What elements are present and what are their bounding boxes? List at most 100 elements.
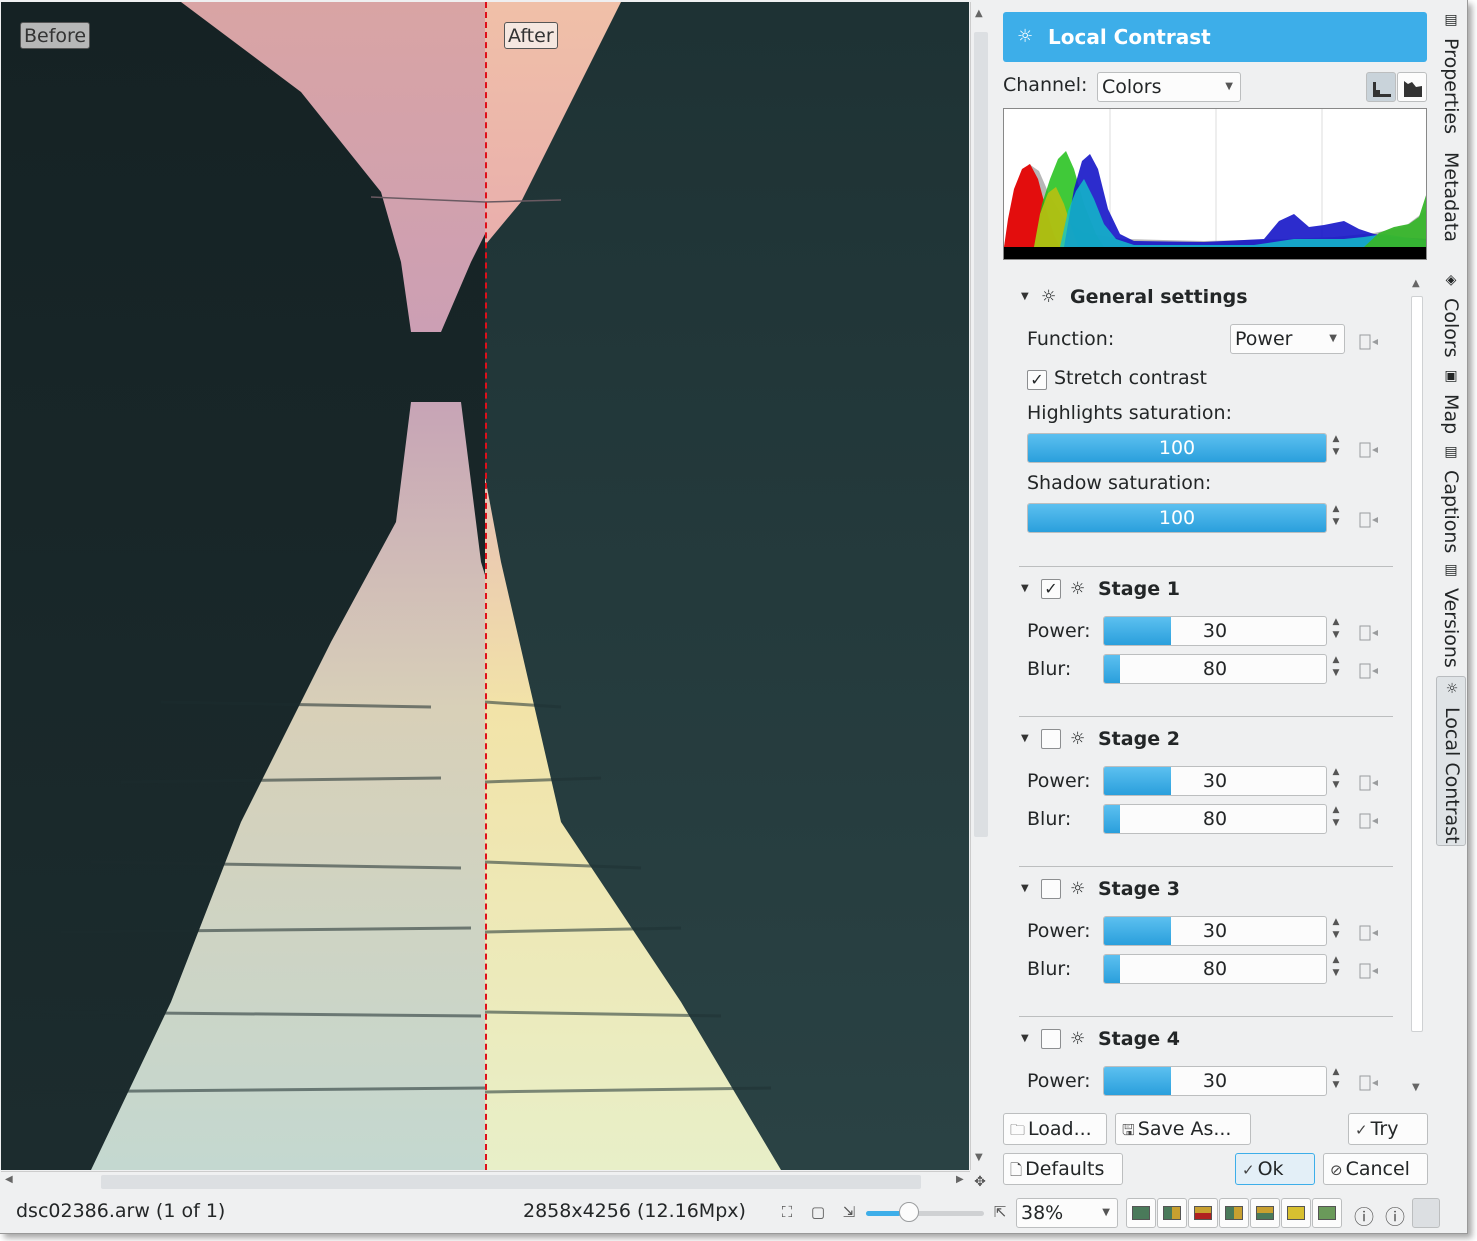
collapse-triangle-icon[interactable]: ▼ <box>1021 874 1029 904</box>
zoom-slider[interactable] <box>866 1202 984 1222</box>
stage-3-power-slider[interactable]: 30 <box>1103 916 1327 946</box>
function-select[interactable]: Power ▼ <box>1230 324 1345 354</box>
spin-arrows-icon[interactable]: ▲ ▼ <box>1330 766 1342 796</box>
stage-1-header[interactable]: ▼ ✓ ☼ Stage 1 <box>1021 574 1381 604</box>
ok-button[interactable]: ✓ Ok <box>1235 1153 1315 1185</box>
view-split-horizontal-button[interactable] <box>1188 1198 1218 1228</box>
sidebar-tab-colors[interactable]: ◈ Colors <box>1436 268 1466 360</box>
reset-icon[interactable] <box>1358 510 1380 530</box>
sidebar-tab-captions[interactable]: ▤ Captions <box>1436 440 1466 554</box>
save-as-button[interactable]: 🖫 Save As... <box>1115 1113 1251 1145</box>
reset-icon[interactable] <box>1358 623 1380 643</box>
stage-4-header[interactable]: ▼ ☼ Stage 4 <box>1021 1024 1381 1054</box>
sidebar-tab-map[interactable]: ▣ Map <box>1436 364 1466 436</box>
zoom-out-icon[interactable]: ⇲ <box>839 1203 859 1223</box>
stage-2-enable-checkbox[interactable] <box>1041 729 1061 749</box>
shadow-saturation-slider[interactable]: 100 <box>1027 503 1327 533</box>
split-divider[interactable] <box>485 2 487 1170</box>
reset-icon[interactable] <box>1358 923 1380 943</box>
stage-1-blur-slider[interactable]: 80 <box>1103 654 1327 684</box>
spin-arrows-icon[interactable]: ▲ ▼ <box>1330 916 1342 946</box>
spin-arrows-icon[interactable]: ▲ ▼ <box>1330 954 1342 984</box>
collapse-triangle-icon[interactable]: ▼ <box>1021 282 1029 312</box>
reset-icon[interactable] <box>1358 1073 1380 1093</box>
info-outline-icon[interactable]: ⓘ <box>1385 1201 1405 1229</box>
linear-scale-button[interactable] <box>1366 72 1396 102</box>
stage-1-enable-checkbox[interactable]: ✓ <box>1041 579 1061 599</box>
reset-icon[interactable] <box>1358 661 1380 681</box>
stage-power-label: Power: <box>1027 770 1091 792</box>
stage-4-enable-checkbox[interactable] <box>1041 1029 1061 1049</box>
spin-arrows-icon[interactable]: ▲ ▼ <box>1330 616 1342 646</box>
fit-to-window-icon[interactable]: ⛶ <box>777 1203 797 1223</box>
highlights-saturation-slider[interactable]: 100 <box>1027 433 1327 463</box>
sidebar-tab-label: Metadata <box>1440 152 1462 242</box>
sidebar-tab-properties[interactable]: ▤ Properties <box>1436 8 1466 138</box>
load-button[interactable]: 🗀 Load... <box>1003 1113 1107 1145</box>
reset-icon[interactable] <box>1358 811 1380 831</box>
view-duplicate-vertical-button[interactable] <box>1219 1198 1249 1228</box>
cancel-button[interactable]: ⊘ Cancel <box>1323 1153 1428 1185</box>
scroll-down-icon[interactable]: ▼ <box>1412 1082 1420 1093</box>
stage-2-blur-slider[interactable]: 80 <box>1103 804 1327 834</box>
scrollbar-thumb[interactable] <box>974 32 988 837</box>
scroll-left-icon[interactable]: ◀ <box>5 1174 13 1185</box>
view-duplicate-horizontal-button[interactable] <box>1250 1198 1280 1228</box>
scrollbar-thumb[interactable] <box>101 1175 921 1189</box>
map-tab-icon: ▣ <box>1443 368 1459 384</box>
scrollbar-thumb[interactable] <box>1411 296 1423 1032</box>
reset-icon[interactable] <box>1358 773 1380 793</box>
collapse-triangle-icon[interactable]: ▼ <box>1021 574 1029 604</box>
settings-scroll-area[interactable]: ▼ ☼ General settings Function: Power ▼ ✓… <box>1003 274 1427 1100</box>
preview-vertical-scrollbar[interactable]: ▲ ▼ <box>970 2 990 1170</box>
scroll-right-icon[interactable]: ▶ <box>956 1174 964 1185</box>
stage-3-header[interactable]: ▼ ☼ Stage 3 <box>1021 874 1381 904</box>
view-split-vertical-button[interactable] <box>1157 1198 1187 1228</box>
stretch-contrast-checkbox[interactable]: ✓ <box>1027 370 1047 390</box>
zoom-level-select[interactable]: 38% ▼ <box>1016 1198 1118 1228</box>
reset-icon[interactable] <box>1358 332 1380 352</box>
sidebar-tab-metadata[interactable]: Metadata <box>1436 144 1466 262</box>
view-mask-button[interactable] <box>1312 1198 1342 1228</box>
scroll-up-icon[interactable]: ▲ <box>975 8 983 19</box>
sidebar-tab-local-contrast[interactable]: ☼ Local Contrast <box>1436 676 1466 846</box>
stage-2-header[interactable]: ▼ ☼ Stage 2 <box>1021 724 1381 754</box>
view-original-button[interactable] <box>1126 1198 1156 1228</box>
zoom-in-icon[interactable]: ⇱ <box>990 1203 1010 1223</box>
reset-icon[interactable] <box>1358 961 1380 981</box>
histogram[interactable] <box>1003 108 1427 260</box>
view-target-button[interactable] <box>1281 1198 1311 1228</box>
scroll-up-icon[interactable]: ▲ <box>1412 278 1420 289</box>
settings-scrollbar[interactable]: ▲ ▼ <box>1408 274 1426 1100</box>
stage-2-power-slider[interactable]: 30 <box>1103 766 1327 796</box>
preview-horizontal-scrollbar[interactable]: ◀ ▶ <box>1 1171 970 1191</box>
stage-1-power-slider[interactable]: 30 <box>1103 616 1327 646</box>
stage-3-enable-checkbox[interactable] <box>1041 879 1061 899</box>
spin-arrows-icon[interactable]: ▲ ▼ <box>1330 503 1342 533</box>
sidebar-tab-versions[interactable]: ▤ Versions <box>1436 558 1466 674</box>
image-preview[interactable]: Before After <box>1 2 969 1170</box>
zoom-slider-handle[interactable] <box>899 1202 920 1222</box>
stage-4-power-slider[interactable]: 30 <box>1103 1066 1327 1096</box>
log-scale-button[interactable] <box>1397 72 1427 102</box>
navigate-icon[interactable]: ✥ <box>970 1172 990 1192</box>
spin-arrows-icon[interactable]: ▲ ▼ <box>1330 433 1342 463</box>
try-button[interactable]: ✓ Try <box>1348 1113 1428 1145</box>
collapse-triangle-icon[interactable]: ▼ <box>1021 724 1029 754</box>
defaults-button[interactable]: 🗋 Defaults <box>1003 1153 1123 1185</box>
info-filled-icon[interactable]: ⓘ <box>1354 1201 1374 1229</box>
channel-select[interactable]: Colors ▼ <box>1097 72 1241 102</box>
save-icon: 🖫 <box>1122 1121 1135 1139</box>
spin-arrows-icon[interactable]: ▲ ▼ <box>1330 1066 1342 1096</box>
reset-icon[interactable] <box>1358 440 1380 460</box>
spin-arrows-icon[interactable]: ▲ ▼ <box>1330 654 1342 684</box>
toggle-sidebar-button[interactable] <box>1412 1198 1440 1228</box>
load-label: Load... <box>1028 1118 1092 1140</box>
scroll-down-icon[interactable]: ▼ <box>975 1152 983 1163</box>
zoom-100-icon[interactable]: ▢ <box>808 1203 828 1223</box>
general-settings-header[interactable]: ▼ ☼ General settings <box>1021 282 1381 312</box>
stage-3-blur-slider[interactable]: 80 <box>1103 954 1327 984</box>
collapse-triangle-icon[interactable]: ▼ <box>1021 1024 1029 1054</box>
stage-power-label: Power: <box>1027 620 1091 642</box>
spin-arrows-icon[interactable]: ▲ ▼ <box>1330 804 1342 834</box>
